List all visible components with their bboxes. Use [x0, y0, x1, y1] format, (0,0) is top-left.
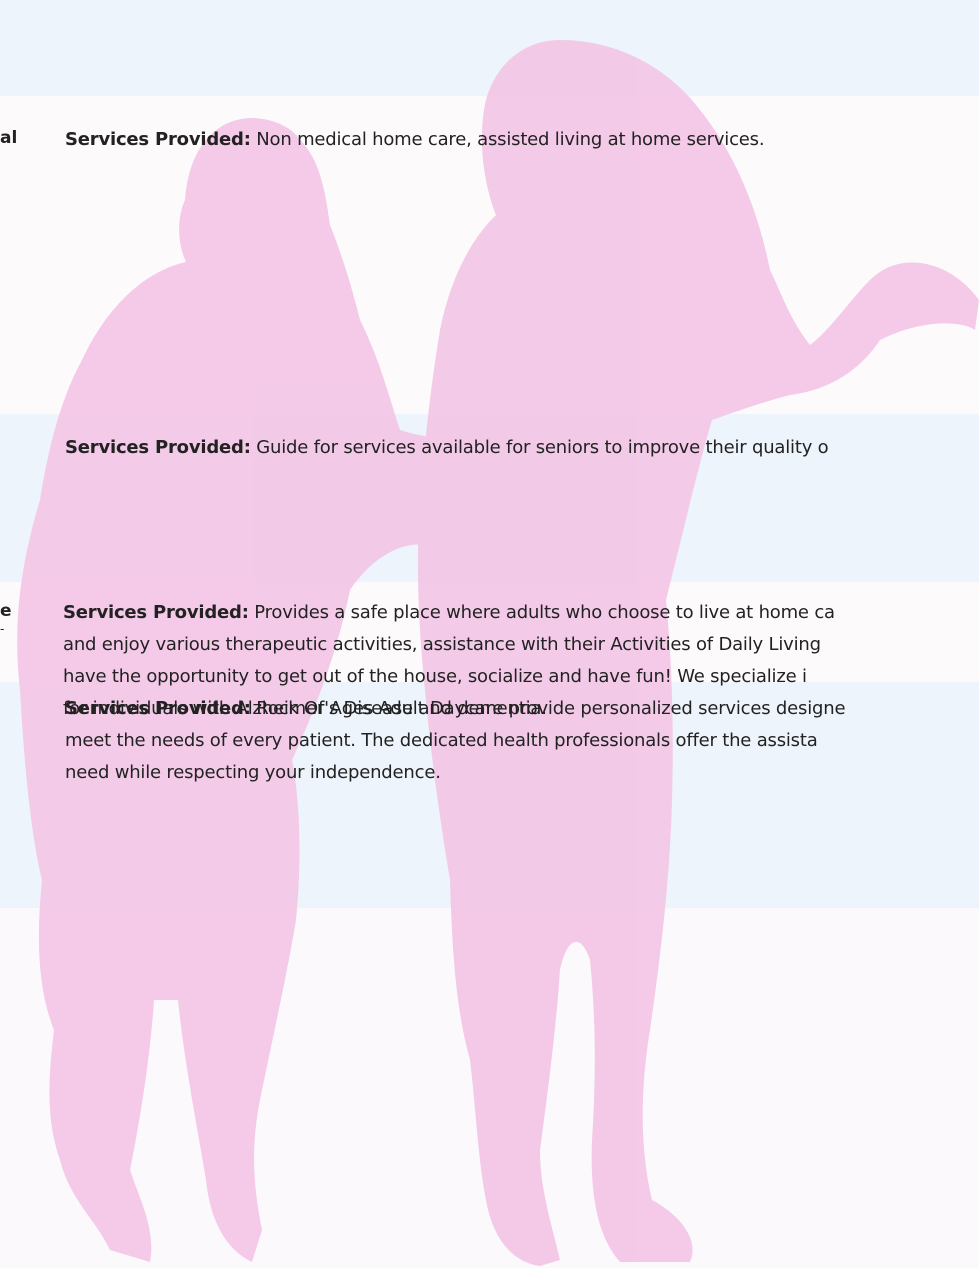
entry-1-name-fragment: al: [0, 128, 18, 148]
services-provided-label: Services Provided:: [65, 698, 251, 719]
entry-4-line-1: Services Provided: Rock Of Ages Adult Da…: [65, 698, 846, 719]
entry-3-line-1: Services Provided: Provides a safe place…: [63, 602, 835, 623]
entry-4-services: Services Provided: Rock Of Ages Adult Da…: [65, 693, 846, 789]
entry-1-line-1: Services Provided: Non medical home care…: [65, 129, 765, 150]
entry-4-line-2: meet the needs of every patient. The ded…: [65, 730, 818, 751]
services-provided-label: Services Provided:: [65, 129, 251, 150]
services-provided-label: Services Provided:: [63, 602, 249, 623]
entry-3-line-2: and enjoy various therapeutic activities…: [63, 634, 821, 655]
entry-2-line-1: Services Provided: Guide for services av…: [65, 437, 829, 458]
entry-3-line-3: have the opportunity to get out of the h…: [63, 666, 807, 687]
services-provided-label: Services Provided:: [65, 437, 251, 458]
entry-1-services: Services Provided: Non medical home care…: [65, 124, 765, 156]
entry-4-line-3: need while respecting your independence.: [65, 762, 441, 783]
entry-3-name-fragment-2: -: [0, 622, 5, 636]
services-list: al Services Provided: Non medical home c…: [0, 0, 979, 1268]
entry-3-name-fragment: e: [0, 601, 12, 621]
entry-2-services: Services Provided: Guide for services av…: [65, 432, 829, 464]
